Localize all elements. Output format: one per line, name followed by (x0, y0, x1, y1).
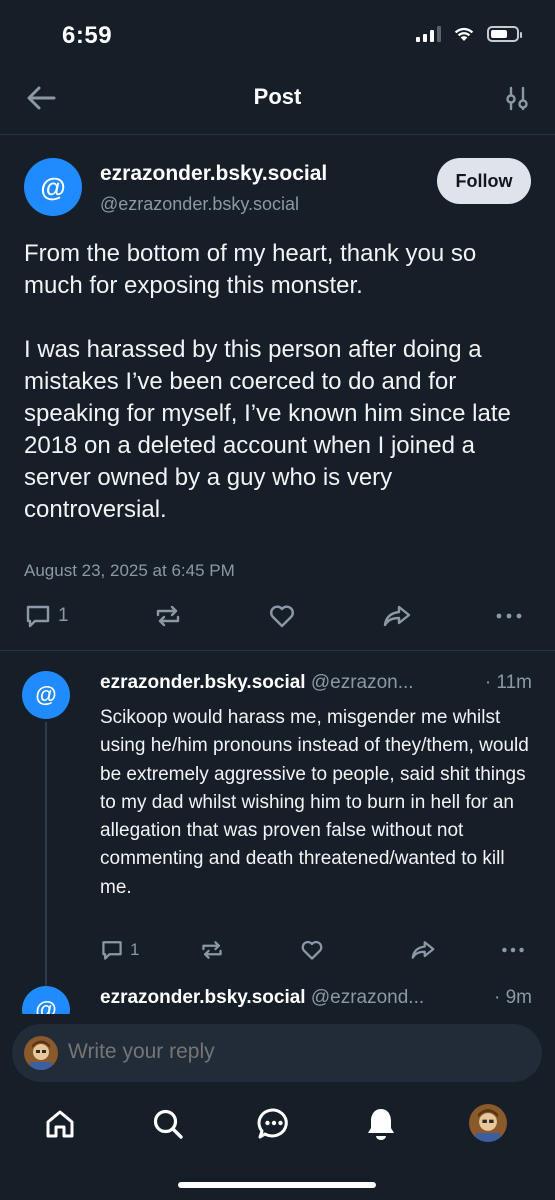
thread-line (45, 722, 47, 992)
more-dots-icon (496, 613, 522, 619)
share-icon (383, 605, 411, 627)
tab-profile[interactable] (469, 1104, 507, 1142)
search-icon (153, 1109, 183, 1139)
more-button[interactable] (500, 938, 526, 962)
header-divider (0, 134, 555, 135)
battery-icon (487, 26, 522, 42)
reply-time: · 11m (484, 672, 532, 693)
comment-icon (26, 605, 50, 628)
author-avatar[interactable]: @ (24, 158, 82, 216)
post-body: From the bottom of my heart, thank you s… (24, 238, 534, 526)
author-handle[interactable]: @ezrazonder.bsky.social (100, 194, 299, 215)
repost-icon (202, 941, 222, 959)
reply-time: · 9m (494, 987, 532, 1008)
post-paragraph: From the bottom of my heart, thank you s… (24, 240, 477, 299)
reply-display-name: ezrazonder.bsky.social (100, 672, 306, 693)
reply-handle: @ezrazond... (310, 987, 425, 1008)
profile-avatar (469, 1104, 507, 1142)
sliders-icon (506, 86, 528, 111)
chat-icon (257, 1108, 288, 1139)
reply-button[interactable]: 1 (100, 938, 139, 962)
reply-avatar[interactable]: @ (22, 671, 70, 719)
page-title: Post (253, 84, 302, 109)
follow-button[interactable]: Follow (437, 158, 531, 204)
reply-author[interactable]: ezrazonder.bsky.social @ezrazond... (100, 987, 424, 1009)
reply-handle: @ezrazon... (310, 672, 414, 693)
tab-notifications[interactable] (361, 1104, 401, 1144)
home-icon (46, 1110, 74, 1138)
reply-count: 1 (58, 605, 69, 626)
at-icon: @ (35, 682, 57, 707)
signal-icon (416, 26, 441, 42)
bell-icon (368, 1109, 394, 1140)
post-paragraph: I was harassed by this person after doin… (24, 336, 511, 523)
share-button[interactable] (410, 938, 436, 962)
status-icons (416, 26, 522, 42)
reply-author[interactable]: ezrazonder.bsky.social @ezrazon... (100, 672, 414, 694)
comment-icon (102, 941, 122, 960)
reply-display-name: ezrazonder.bsky.social (100, 987, 306, 1008)
tab-search[interactable] (148, 1104, 188, 1144)
home-indicator (178, 1182, 376, 1188)
thread-settings-button[interactable] (501, 82, 533, 114)
reply-input[interactable] (68, 1040, 468, 1064)
share-icon (411, 941, 435, 959)
tab-home[interactable] (40, 1104, 80, 1144)
user-avatar (24, 1036, 58, 1070)
post-timestamp: August 23, 2025 at 6:45 PM (24, 561, 235, 580)
reply-body: Scikoop would harass me, misgender me wh… (100, 707, 529, 898)
reply-count: 1 (130, 940, 140, 959)
like-button[interactable] (268, 602, 296, 630)
at-icon: @ (40, 172, 66, 202)
reply-meta: ezrazonder.bsky.social @ezrazon... · 11m (100, 672, 532, 694)
heart-icon (301, 940, 323, 960)
more-dots-icon (502, 947, 524, 953)
post-divider (0, 650, 555, 651)
share-button[interactable] (382, 602, 412, 630)
status-time: 6:59 (62, 22, 113, 49)
wifi-icon (454, 27, 474, 41)
reply-meta: ezrazonder.bsky.social @ezrazond... · 9m (100, 987, 532, 1009)
more-button[interactable] (494, 602, 524, 630)
repost-button[interactable] (154, 602, 182, 630)
reply-button[interactable]: 1 (24, 602, 69, 630)
author-display-name[interactable]: ezrazonder.bsky.social (100, 162, 327, 186)
repost-icon (156, 605, 180, 627)
tab-chat[interactable] (254, 1104, 294, 1144)
repost-button[interactable] (200, 938, 224, 962)
like-button[interactable] (300, 938, 324, 962)
heart-icon (270, 605, 294, 628)
